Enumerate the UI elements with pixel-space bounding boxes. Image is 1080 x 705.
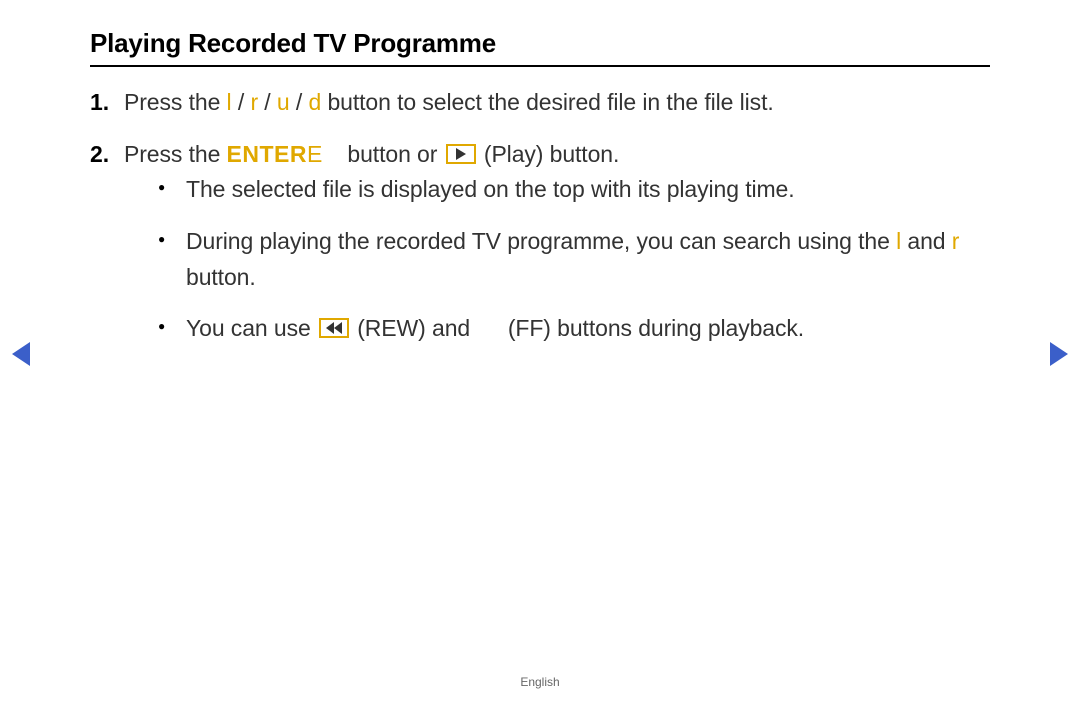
step-1-number: 1. (90, 85, 109, 121)
step-1-sep2: / (258, 89, 277, 115)
dir-key-d: d (308, 89, 321, 115)
enter-e-suffix: E (307, 141, 322, 167)
bullet-1: The selected file is displayed on the to… (158, 172, 990, 208)
bullet-3: You can use (REW) and (FF) buttons durin… (158, 311, 990, 347)
play-icon (446, 144, 476, 164)
dir-key-r-2: r (952, 228, 960, 254)
steps-list: 1. Press the l / r / u / d button to sel… (90, 85, 990, 347)
step-1-text-1: Press the (124, 89, 227, 115)
step-1-sep1: / (232, 89, 251, 115)
nav-next-icon[interactable] (1050, 342, 1068, 366)
bullet-2-text-1: During playing the recorded TV programme… (186, 228, 896, 254)
step-2-bullets: The selected file is displayed on the to… (124, 172, 990, 347)
bullet-2: During playing the recorded TV programme… (158, 224, 990, 295)
step-1-sep3: / (290, 89, 309, 115)
enter-button-label: ENTER (227, 141, 307, 167)
bullet-3-text-3: (FF) buttons during playback. (502, 315, 805, 341)
step-2-number: 2. (90, 137, 109, 173)
step-2-text-2: button or (341, 141, 443, 167)
step-2-text-1: Press the (124, 141, 227, 167)
bullet-2-text-3: button. (186, 264, 256, 290)
step-2: 2. Press the ENTERE button or (Play) but… (90, 137, 990, 347)
footer-language: English (0, 675, 1080, 689)
dir-key-r: r (250, 89, 258, 115)
step-1-text-2: button to select the desired file in the… (321, 89, 774, 115)
dir-key-u: u (277, 89, 290, 115)
bullet-3-text-1: You can use (186, 315, 317, 341)
page-title: Playing Recorded TV Programme (90, 28, 990, 67)
step-1: 1. Press the l / r / u / d button to sel… (90, 85, 990, 121)
step-2-text-3: (Play) button. (478, 141, 620, 167)
bullet-3-text-2: (REW) and (351, 315, 476, 341)
bullet-2-text-2: and (901, 228, 952, 254)
nav-prev-icon[interactable] (12, 342, 30, 366)
rewind-icon (319, 318, 349, 338)
